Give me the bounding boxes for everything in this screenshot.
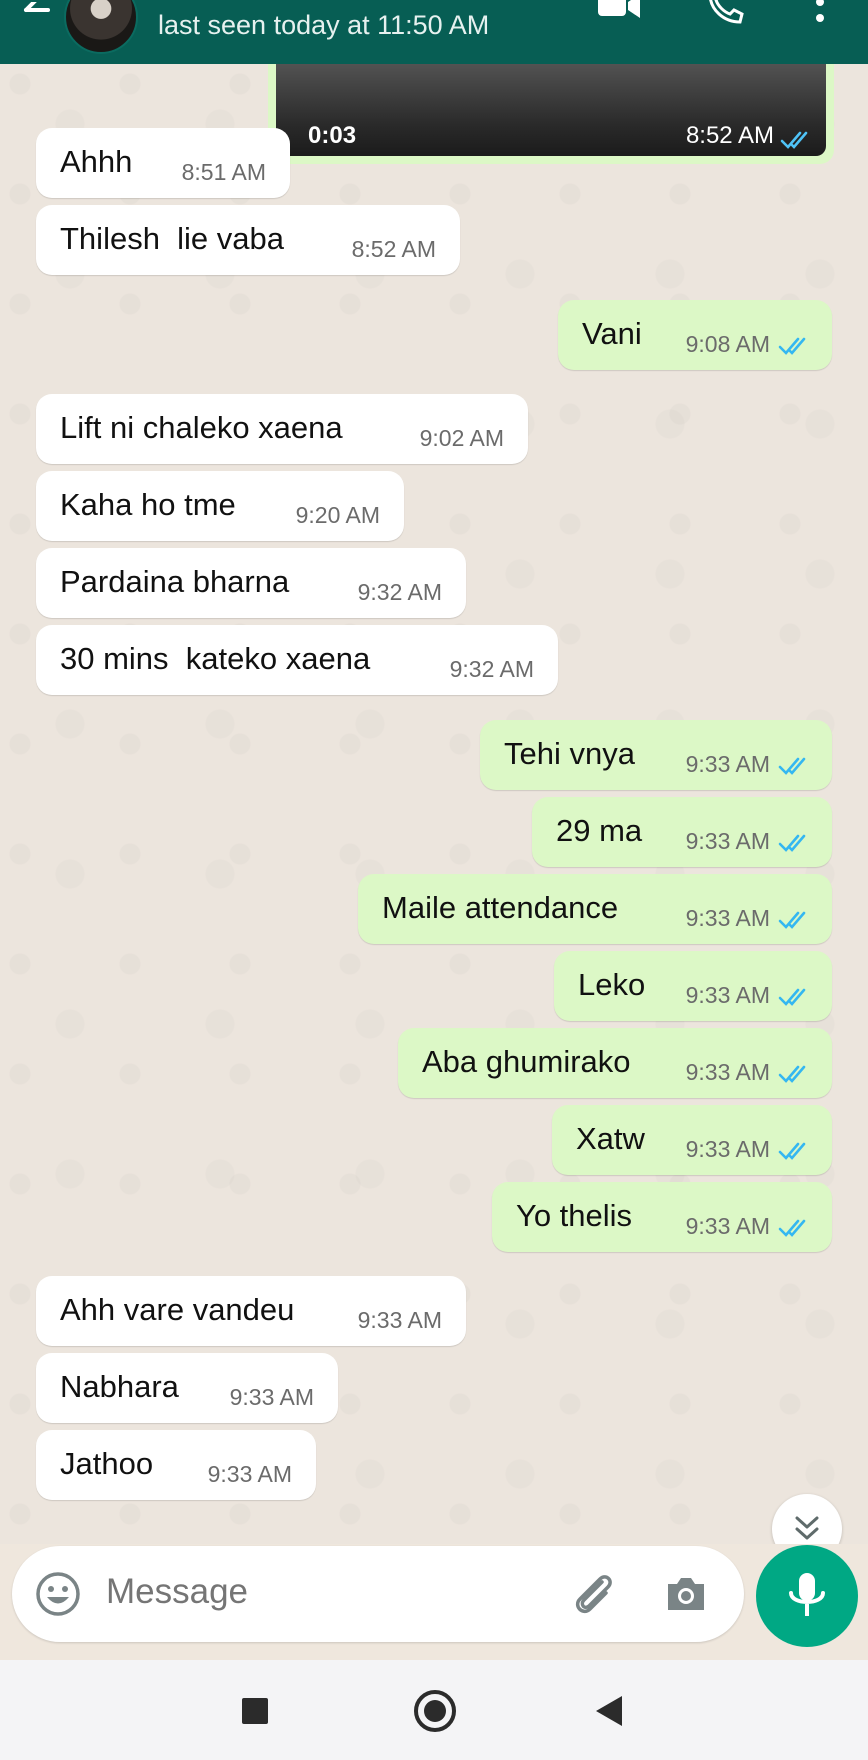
message-text: Tehi vnya	[504, 736, 635, 771]
message-text: Xatw	[576, 1121, 645, 1156]
incoming-message[interactable]: Thilesh lie vaba 8:52 AM	[36, 205, 460, 275]
recents-button[interactable]	[242, 1698, 268, 1724]
message-text: Yo thelis	[516, 1198, 633, 1233]
message-time: 8:52 AM	[351, 236, 436, 262]
read-ticks-icon	[778, 988, 806, 1006]
back-arrow-icon[interactable]	[18, 2, 58, 42]
outgoing-message[interactable]: 29 ma 9:33 AM	[532, 797, 832, 867]
scroll-to-bottom-button[interactable]	[772, 1494, 842, 1544]
system-nav-bar	[0, 1660, 868, 1760]
message-time: 9:20 AM	[295, 502, 380, 528]
video-message[interactable]: 0:03 8:52 AM	[268, 64, 834, 164]
message-time: 9:02 AM	[419, 425, 504, 451]
emoji-icon[interactable]	[34, 1570, 82, 1618]
message-time: 9:33 AM	[685, 1136, 770, 1162]
message-text: Ahhh	[60, 144, 133, 179]
message-text: Leko	[578, 967, 646, 1002]
outgoing-message[interactable]: Tehi vnya 9:33 AM	[480, 720, 832, 790]
outgoing-message[interactable]: Leko 9:33 AM	[554, 951, 832, 1021]
message-text: Thilesh lie vaba	[60, 221, 285, 256]
incoming-message[interactable]: Nabhara 9:33 AM	[36, 1353, 338, 1423]
attach-icon[interactable]	[568, 1568, 620, 1620]
read-ticks-icon	[778, 1142, 806, 1160]
message-time: 9:32 AM	[357, 579, 442, 605]
message-time: 9:08 AM	[685, 331, 770, 357]
incoming-message[interactable]: Jathoo 9:33 AM	[36, 1430, 316, 1500]
message-composer	[12, 1546, 744, 1642]
message-time: 9:33 AM	[685, 751, 770, 777]
message-time: 9:33 AM	[685, 828, 770, 854]
incoming-message[interactable]: Ahh vare vandeu 9:33 AM	[36, 1276, 466, 1346]
outgoing-message[interactable]: Aba ghumirako 9:33 AM	[398, 1028, 832, 1098]
message-text: Lift ni chaleko xaena	[60, 410, 343, 445]
message-time: 9:33 AM	[685, 982, 770, 1008]
message-time: 9:33 AM	[685, 1059, 770, 1085]
message-time: 9:32 AM	[449, 656, 534, 682]
message-time: 9:33 AM	[685, 905, 770, 931]
message-text: Ahh vare vandeu	[60, 1292, 295, 1327]
outgoing-message[interactable]: Maile attendance 9:33 AM	[358, 874, 832, 944]
read-ticks-icon	[778, 337, 806, 355]
message-time: 8:51 AM	[181, 159, 266, 185]
message-text: Maile attendance	[382, 890, 619, 925]
message-text: 30 mins kateko xaena	[60, 641, 371, 676]
video-duration: 0:03	[308, 122, 357, 149]
read-ticks-icon	[778, 911, 806, 929]
avatar[interactable]	[64, 0, 138, 54]
back-button[interactable]	[596, 1696, 622, 1726]
chat-area[interactable]: 0:03 8:52 AM Ahhh 8:51 AM Thilesh lie vaba…	[0, 64, 868, 1544]
message-time: 9:33 AM	[357, 1307, 442, 1333]
read-ticks-icon	[780, 131, 808, 149]
read-ticks-icon	[778, 757, 806, 775]
outgoing-message[interactable]: Xatw 9:33 AM	[552, 1105, 832, 1175]
more-options-icon[interactable]	[810, 0, 830, 26]
message-text: Vani	[582, 316, 642, 351]
message-time: 8:52 AM	[685, 122, 774, 149]
read-ticks-icon	[778, 1065, 806, 1083]
message-text: Aba ghumirako	[422, 1044, 631, 1079]
mic-icon	[789, 1573, 825, 1616]
incoming-message[interactable]: 30 mins kateko xaena 9:32 AM	[36, 625, 558, 695]
last-seen-status: last seen today at 11:50 AM	[158, 10, 490, 40]
outgoing-message[interactable]: Vani 9:08 AM	[558, 300, 832, 370]
message-text: Nabhara	[60, 1369, 179, 1404]
message-time: 9:33 AM	[685, 1213, 770, 1239]
read-ticks-icon	[778, 834, 806, 852]
video-call-icon[interactable]	[596, 0, 642, 24]
message-text: Jathoo	[60, 1446, 154, 1481]
chevron-double-down-icon	[795, 1516, 819, 1540]
camera-icon[interactable]	[662, 1570, 710, 1618]
message-text: Kaha ho tme	[60, 487, 236, 522]
outgoing-message[interactable]: Yo thelis 9:33 AM	[492, 1182, 832, 1252]
incoming-message[interactable]: Lift ni chaleko xaena 9:02 AM	[36, 394, 528, 464]
incoming-message[interactable]: Pardaina bharna 9:32 AM	[36, 548, 466, 618]
message-text: 29 ma	[556, 813, 643, 848]
message-input[interactable]	[106, 1572, 486, 1612]
message-text: Pardaina bharna	[60, 564, 290, 599]
home-button[interactable]	[414, 1690, 456, 1732]
message-time: 9:33 AM	[207, 1461, 292, 1487]
incoming-message[interactable]: Kaha ho tme 9:20 AM	[36, 471, 404, 541]
chat-header: last seen today at 11:50 AM	[0, 0, 868, 64]
mic-button[interactable]	[756, 1545, 858, 1647]
read-ticks-icon	[778, 1219, 806, 1237]
voice-call-icon[interactable]	[706, 0, 746, 26]
incoming-message[interactable]: Ahhh 8:51 AM	[36, 128, 290, 198]
message-time: 9:33 AM	[229, 1384, 314, 1410]
